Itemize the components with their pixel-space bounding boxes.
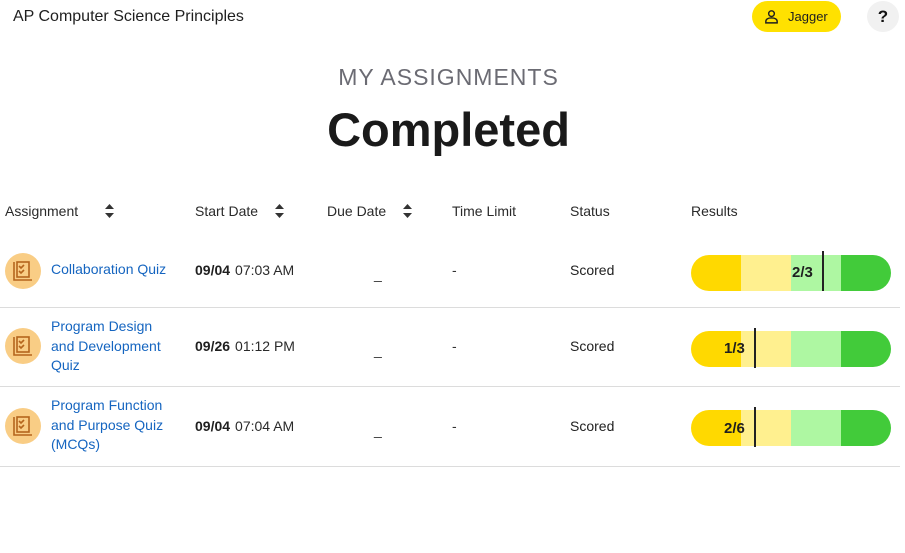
due-date: _: [374, 342, 382, 358]
column-label: Status: [570, 203, 610, 219]
sort-icon[interactable]: [105, 204, 115, 218]
assignment-link[interactable]: Program Design and Development Quiz: [51, 317, 176, 376]
score-label: 2/6: [724, 420, 745, 437]
column-label: Results: [691, 203, 738, 219]
result-bar[interactable]: [691, 410, 891, 446]
sort-icon[interactable]: [275, 204, 285, 218]
result-segment: [841, 331, 891, 367]
result-segment: [841, 410, 891, 446]
column-header-status: Status: [570, 203, 610, 219]
start-day: 09/04: [195, 418, 231, 434]
start-day: 09/04: [195, 262, 231, 278]
result-segment: [691, 255, 741, 291]
result-bar[interactable]: [691, 255, 891, 291]
due-date: _: [374, 422, 382, 438]
result-segment: [741, 410, 791, 446]
status-text: Scored: [570, 418, 615, 434]
time-limit: -: [452, 418, 457, 434]
column-header-results: Results: [691, 203, 738, 219]
assignment-link[interactable]: Program Function and Purpose Quiz (MCQs): [51, 396, 176, 455]
table-row[interactable]: Collaboration Quiz 09/04 07:03 AM _ - Sco…: [0, 236, 900, 308]
quiz-checklist-icon: [5, 253, 41, 289]
result-segment: [841, 255, 891, 291]
score-label: 1/3: [724, 340, 745, 357]
status-text: Scored: [570, 262, 615, 278]
due-date: _: [374, 266, 382, 282]
score-marker: [822, 251, 824, 291]
column-label: Due Date: [327, 203, 387, 219]
result-segment: [741, 331, 791, 367]
page-subtitle: MY ASSIGNMENTS: [338, 64, 559, 90]
result-segment: [791, 410, 841, 446]
top-bar: AP Computer Science Principles Jagger ?: [0, 0, 905, 36]
start-time: 07:03 AM: [235, 262, 295, 278]
column-label: Time Limit: [452, 203, 517, 219]
time-limit: -: [452, 262, 457, 278]
table-row[interactable]: Program Function and Purpose Quiz (MCQs)…: [0, 387, 900, 466]
column-header-start-date[interactable]: Start Date: [195, 203, 285, 219]
person-icon: [765, 10, 778, 24]
column-label: Assignment: [5, 203, 79, 219]
row-divider: [0, 466, 900, 467]
column-header-due-date[interactable]: Due Date: [327, 203, 413, 219]
status-text: Scored: [570, 338, 615, 354]
page-title: Completed: [327, 103, 570, 156]
score-marker: [754, 328, 756, 368]
column-label: Start Date: [195, 203, 259, 219]
column-header-assignment[interactable]: Assignment: [5, 203, 115, 219]
start-date: 09/26 01:12 PM: [195, 338, 295, 354]
result-segment: [791, 331, 841, 367]
table-row[interactable]: Program Design and Development Quiz 09/2…: [0, 308, 900, 386]
score-marker: [754, 407, 756, 447]
assignment-link[interactable]: Collaboration Quiz: [51, 260, 176, 280]
result-segment: [741, 255, 791, 291]
quiz-checklist-icon: [5, 408, 41, 444]
start-time: 01:12 PM: [235, 338, 295, 354]
column-header-time-limit: Time Limit: [452, 203, 516, 219]
user-name: Jagger: [788, 9, 828, 24]
help-button[interactable]: ?: [867, 1, 899, 32]
start-date: 09/04 07:03 AM: [195, 262, 294, 278]
time-limit: -: [452, 338, 457, 354]
result-bar[interactable]: [691, 331, 891, 367]
start-date: 09/04 07:04 AM: [195, 418, 294, 434]
app-title: AP Computer Science Principles: [13, 8, 244, 25]
sort-icon[interactable]: [403, 204, 413, 218]
start-time: 07:04 AM: [235, 418, 295, 434]
start-day: 09/26: [195, 338, 231, 354]
user-menu-button[interactable]: Jagger: [752, 1, 841, 32]
score-label: 2/3: [792, 264, 813, 281]
quiz-checklist-icon: [5, 328, 41, 364]
